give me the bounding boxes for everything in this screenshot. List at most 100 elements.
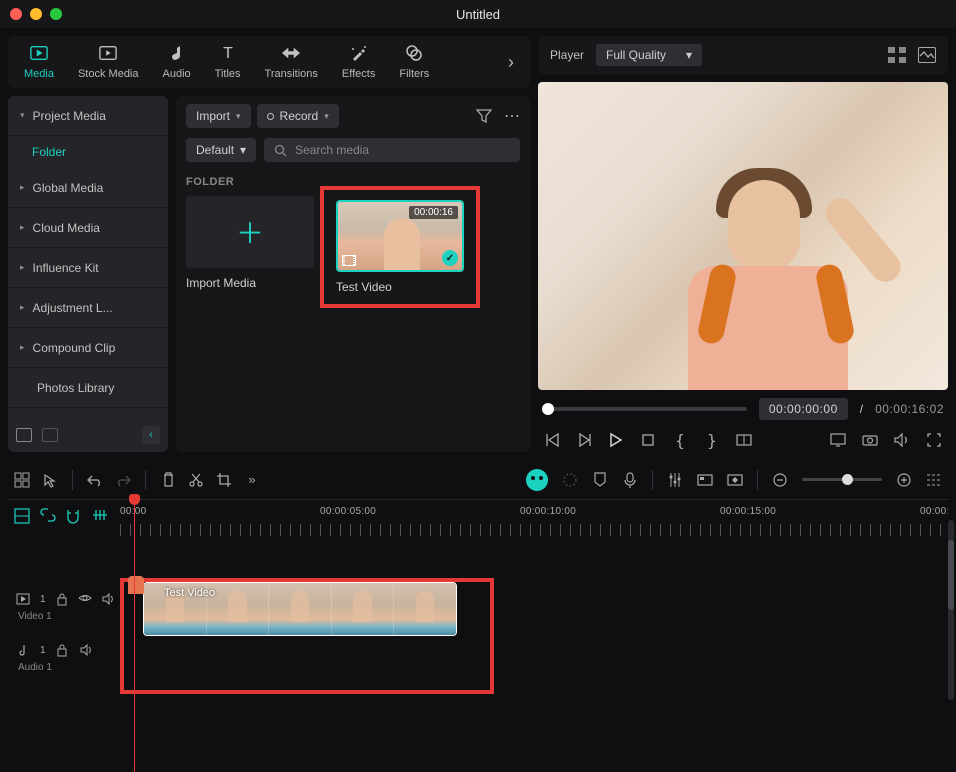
new-bin-icon[interactable]	[16, 428, 32, 442]
new-bin-alt-icon[interactable]	[42, 428, 58, 442]
audio-track-header[interactable]: 1 Audio 1	[8, 640, 118, 677]
quality-dropdown[interactable]: Full Quality▾	[596, 44, 702, 66]
track-badge: 1	[40, 594, 46, 605]
tab-media[interactable]: Media	[14, 44, 64, 80]
tab-transitions[interactable]: Transitions	[255, 44, 328, 80]
sidebar-item-folder[interactable]: Folder	[8, 136, 168, 168]
pointer-tool-icon[interactable]	[42, 472, 58, 488]
filter-icon[interactable]	[476, 108, 492, 124]
auto-ripple-icon[interactable]	[92, 508, 108, 524]
track-badge: 1	[40, 645, 46, 656]
undo-button[interactable]	[87, 472, 103, 488]
mute-icon[interactable]	[80, 644, 94, 658]
crop-button[interactable]	[216, 472, 232, 488]
timeline-clip[interactable]: Test Video	[143, 582, 457, 636]
lock-icon[interactable]	[56, 644, 70, 658]
volume-icon[interactable]	[894, 432, 910, 448]
keyframe-icon[interactable]	[727, 472, 743, 488]
mark-in-button[interactable]: {	[672, 432, 688, 448]
play-button[interactable]	[608, 432, 624, 448]
search-box[interactable]	[264, 138, 520, 162]
tab-effects[interactable]: Effects	[332, 44, 385, 80]
preview-viewport[interactable]	[538, 82, 948, 390]
document-title: Untitled	[456, 7, 500, 22]
audio-track-icon	[16, 644, 30, 658]
more-tools-icon[interactable]: »	[244, 472, 260, 488]
import-media-tile[interactable]: ＋ Import Media	[186, 196, 314, 298]
audio-mixer-icon[interactable]	[667, 472, 683, 488]
color-wheel-icon[interactable]	[562, 472, 578, 488]
zoom-out-button[interactable]	[772, 472, 788, 488]
visibility-icon[interactable]	[78, 593, 92, 607]
sidebar-item-adjustment-layer[interactable]: ▸Adjustment L...	[8, 288, 168, 328]
view-options-icon[interactable]	[926, 472, 942, 488]
lock-icon[interactable]	[56, 593, 68, 607]
tab-filters[interactable]: Filters	[389, 44, 439, 80]
tabs-more[interactable]: ›	[498, 52, 524, 73]
current-time[interactable]: 00:00:00:00	[759, 398, 848, 420]
link-icon[interactable]	[40, 508, 56, 524]
sidebar-item-compound-clip[interactable]: ▸Compound Clip	[8, 328, 168, 368]
zoom-slider[interactable]	[802, 478, 882, 481]
step-back-button[interactable]	[576, 432, 592, 448]
cut-button[interactable]	[188, 472, 204, 488]
top-tabs: Media Stock Media Audio T Titles Transit…	[8, 36, 530, 88]
tab-titles[interactable]: T Titles	[205, 44, 251, 80]
render-icon[interactable]	[697, 472, 713, 488]
maximize-window[interactable]	[50, 8, 62, 20]
video-track: 1 Video 1 Test Video	[8, 578, 948, 636]
zoom-knob[interactable]	[842, 474, 853, 485]
magnet-icon[interactable]	[66, 508, 82, 524]
sidebar-item-global-media[interactable]: ▸Global Media	[8, 168, 168, 208]
import-button[interactable]: Import▾	[186, 104, 251, 128]
video-track-header[interactable]: 1 Video 1	[8, 589, 118, 626]
sidebar-item-photos-library[interactable]: Photos Library	[8, 368, 168, 408]
mute-icon[interactable]	[102, 593, 115, 607]
track-manager-icon[interactable]	[14, 508, 30, 524]
sidebar-item-project-media[interactable]: ▾Project Media	[8, 96, 168, 136]
video-track-body[interactable]: Test Video	[118, 578, 948, 636]
sidebar-item-influence-kit[interactable]: ▸Influence Kit	[8, 248, 168, 288]
voiceover-icon[interactable]	[622, 472, 638, 488]
scrub-knob[interactable]	[542, 403, 554, 415]
minimize-window[interactable]	[30, 8, 42, 20]
tab-audio[interactable]: Audio	[153, 44, 201, 80]
window-controls	[10, 8, 62, 20]
scrollbar[interactable]	[948, 520, 954, 700]
media-clip-item[interactable]: 00:00:16 ✓ Test Video	[320, 186, 480, 308]
layout-icon[interactable]	[14, 472, 30, 488]
snapshot-icon[interactable]	[918, 47, 936, 63]
stop-button[interactable]	[640, 432, 656, 448]
film-icon	[342, 255, 356, 266]
zoom-in-button[interactable]	[896, 472, 912, 488]
sort-dropdown[interactable]: Default▾	[186, 138, 256, 162]
ai-assistant-icon[interactable]	[526, 469, 548, 491]
playhead-grip[interactable]	[128, 576, 144, 594]
close-window[interactable]	[10, 8, 22, 20]
time-ruler[interactable]: 00:00 00:00:05:00 00:00:10:00 00:00:15:0…	[120, 506, 948, 540]
search-input[interactable]	[295, 143, 510, 157]
sidebar-item-cloud-media[interactable]: ▸Cloud Media	[8, 208, 168, 248]
scrub-bar[interactable]	[542, 407, 747, 411]
collapse-sidebar[interactable]: ‹	[142, 426, 160, 444]
prev-frame-button[interactable]	[544, 432, 560, 448]
record-button[interactable]: Record▾	[257, 104, 339, 128]
audio-track-label: Audio 1	[18, 662, 110, 673]
filters-icon	[405, 44, 423, 62]
playhead[interactable]	[134, 500, 135, 772]
camera-icon[interactable]	[862, 432, 878, 448]
delete-button[interactable]	[160, 472, 176, 488]
preview-frame	[538, 82, 948, 390]
marker-icon[interactable]	[592, 472, 608, 488]
redo-button[interactable]	[115, 472, 131, 488]
more-icon[interactable]: ⋯	[504, 106, 520, 126]
fullscreen-icon[interactable]	[926, 432, 942, 448]
audio-track-body[interactable]	[118, 636, 948, 680]
mark-out-button[interactable]: }	[704, 432, 720, 448]
tab-stock-media[interactable]: Stock Media	[68, 44, 149, 80]
display-settings-icon[interactable]	[830, 432, 846, 448]
aspect-dropdown[interactable]	[736, 432, 752, 448]
scrollbar-thumb[interactable]	[948, 540, 954, 610]
timeline-toolbar: »	[8, 460, 948, 500]
compare-view-icon[interactable]	[888, 47, 906, 63]
